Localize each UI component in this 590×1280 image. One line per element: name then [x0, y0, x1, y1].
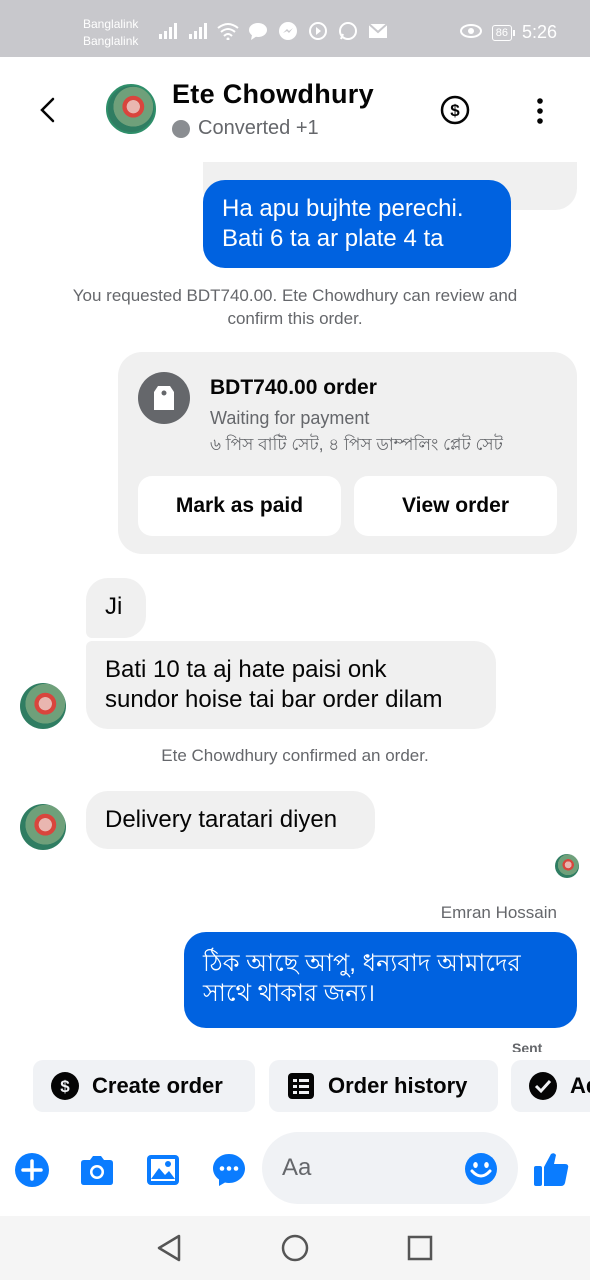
third-action-label: Ad: [570, 1073, 590, 1098]
quick-actions-bar: $ Create order Order history Ad: [0, 1060, 590, 1112]
incoming-message[interactable]: Ji: [86, 578, 146, 638]
view-order-button[interactable]: View order: [354, 476, 557, 536]
system-navigation-bar: [0, 1216, 590, 1280]
nav-home-icon[interactable]: [279, 1232, 311, 1264]
carrier-names: Banglalink Banglalink: [83, 16, 138, 50]
message-text-line: ঠিক আছে আপু, ধন্যবাদ আমাদের: [203, 950, 521, 977]
status-right: 86 5:26: [459, 22, 557, 43]
battery-indicator: 86: [491, 24, 516, 41]
message-text-line: Bati 10 ta aj hate paisi onk: [105, 656, 387, 683]
camera-icon[interactable]: [79, 1152, 115, 1188]
eye-icon: [459, 22, 482, 43]
order-items: ৬ পিস বাটি সেট, ৪ পিস ডাম্পলিং প্লেট সেট: [210, 435, 503, 454]
thumbs-up-icon[interactable]: [532, 1150, 570, 1188]
order-title: BDT740.00 order: [210, 376, 377, 399]
carrier-2: Banglalink: [83, 34, 139, 48]
contact-avatar[interactable]: [106, 84, 156, 134]
messenger-icon: [277, 22, 299, 40]
third-action-button[interactable]: Ad: [511, 1060, 590, 1112]
list-icon: [286, 1071, 316, 1101]
svg-text:$: $: [450, 101, 460, 120]
system-message: You requested BDT740.00. Ete Chowdhury c…: [72, 286, 518, 328]
status-icons: [157, 22, 389, 40]
system-message: Ete Chowdhury confirmed an order.: [161, 746, 429, 765]
create-order-label: Create order: [92, 1073, 223, 1098]
status-bar: Banglalink Banglalink 86 5:26: [0, 0, 590, 57]
incoming-message[interactable]: Delivery taratari diyen: [86, 791, 375, 849]
incoming-message[interactable]: Bati 10 ta aj hate paisi onk sundor hois…: [86, 641, 496, 729]
message-text-line: sundor hoise tai bar order dilam: [105, 686, 443, 713]
status-icon: [307, 22, 329, 40]
clock: 5:26: [521, 22, 557, 42]
seen-receipt-avatar: [555, 854, 579, 878]
gallery-icon[interactable]: [145, 1152, 181, 1188]
message-text-line: Bati 6 ta ar plate 4 ta: [222, 225, 444, 252]
emoji-icon[interactable]: [464, 1152, 498, 1186]
order-status: Waiting for payment: [210, 408, 370, 428]
message-text-line: Ha apu bujhte perechi.: [222, 195, 464, 222]
contact-status-label: Converted +1: [198, 117, 319, 139]
more-options-icon[interactable]: [530, 97, 550, 125]
nav-back-icon[interactable]: [153, 1232, 185, 1264]
nav-recents-icon[interactable]: [404, 1232, 436, 1264]
outgoing-message[interactable]: ঠিক আছে আপু, ধন্যবাদ আমাদের সাথে থাকার জ…: [184, 932, 577, 1028]
message-input-box[interactable]: [262, 1132, 518, 1204]
chat-header: Ete Chowdhury Converted +1 $: [0, 57, 590, 162]
sender-name: Emran Hossain: [440, 903, 557, 922]
order-history-label: Order history: [328, 1073, 468, 1098]
contact-name[interactable]: Ete Chowdhury: [172, 79, 374, 110]
status-dot-icon: [172, 119, 190, 138]
contact-avatar-small[interactable]: [20, 804, 66, 850]
order-card[interactable]: BDT740.00 order Waiting for payment ৬ পি…: [118, 352, 577, 554]
whatsapp-icon: [337, 22, 359, 40]
mark-as-paid-button[interactable]: Mark as paid: [138, 476, 341, 536]
price-tag-icon: [138, 372, 190, 424]
create-order-button[interactable]: $ Create order: [33, 1060, 255, 1112]
outgoing-message[interactable]: Ha apu bujhte perechi. Bati 6 ta ar plat…: [203, 180, 511, 268]
chat-bubble-icon: [247, 22, 269, 40]
wifi-icon: [217, 22, 239, 40]
message-input[interactable]: [282, 1150, 462, 1186]
plus-icon[interactable]: [14, 1152, 50, 1188]
signal-icon: [157, 22, 179, 40]
message-text-line: সাথে থাকার জন্য।: [203, 980, 376, 1007]
dollar-icon: $: [50, 1071, 80, 1101]
sent-label: Sent: [512, 1040, 543, 1052]
messenger-bubble-icon[interactable]: [211, 1152, 247, 1188]
carrier-1: Banglalink: [83, 17, 139, 31]
contact-status[interactable]: Converted +1: [172, 117, 319, 140]
payment-dollar-icon[interactable]: $: [440, 95, 470, 125]
mail-icon: [367, 22, 389, 40]
check-circle-icon: [528, 1071, 558, 1101]
back-arrow-icon[interactable]: [36, 95, 60, 125]
contact-avatar-small[interactable]: [20, 683, 66, 729]
composer-bar: [0, 1132, 590, 1206]
order-history-button[interactable]: Order history: [269, 1060, 498, 1112]
signal-icon-2: [187, 22, 209, 40]
svg-text:$: $: [60, 1077, 70, 1096]
